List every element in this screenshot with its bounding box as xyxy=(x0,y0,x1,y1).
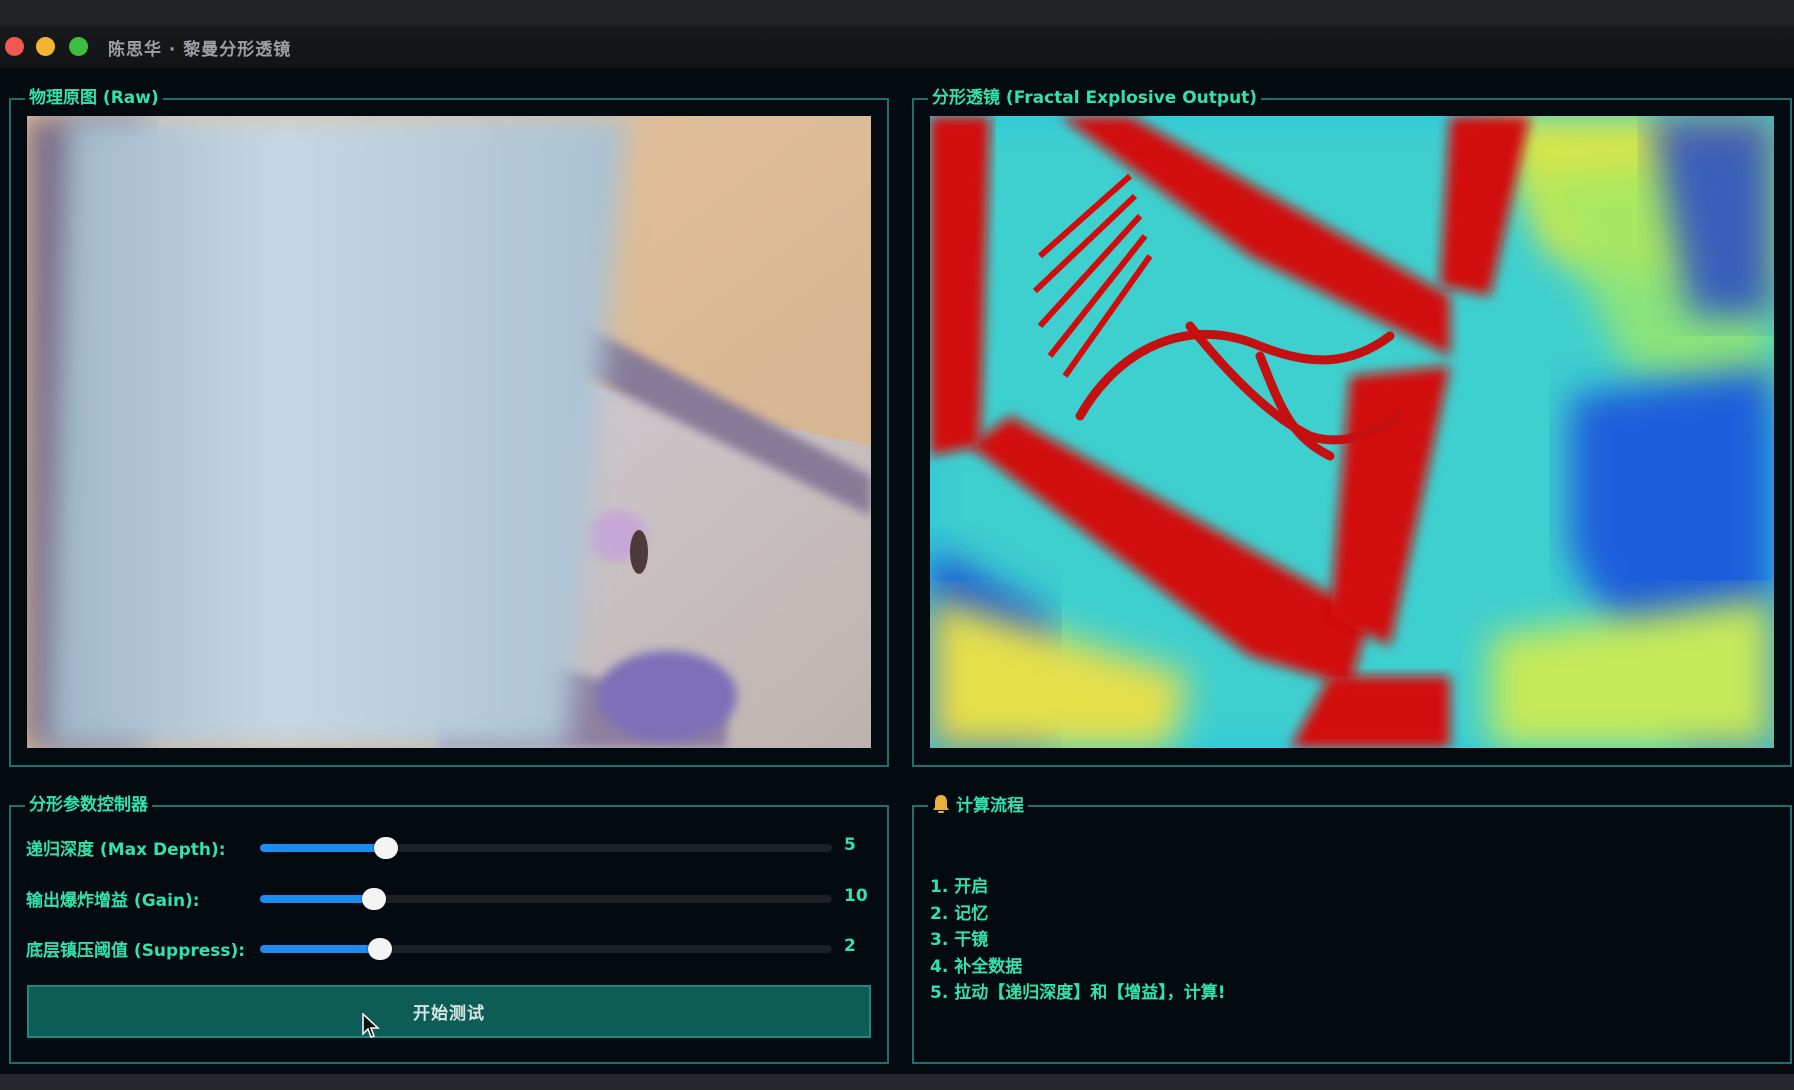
raw-camera-image xyxy=(27,116,871,748)
fractal-heatmap-image xyxy=(930,116,1774,748)
controls-title: 分形参数控制器 xyxy=(25,794,152,816)
title-bar: 陈思华 · 黎曼分形透镜 xyxy=(0,0,1794,69)
bottom-bar xyxy=(0,1074,1794,1090)
start-test-button[interactable]: 开始测试 xyxy=(27,985,871,1038)
fractal-panel-title: 分形透镜 (Fractal Explosive Output) xyxy=(928,87,1262,109)
process-title-wrapper: 计算流程 xyxy=(928,794,1028,817)
main-area: 物理原图 (Raw) 分形透镜 (Fractal Explosive Outpu… xyxy=(0,69,1794,1074)
process-step: 5. 拉动【递归深度】和【增益】，计算! xyxy=(930,983,1226,1003)
process-step: 4. 补全数据 xyxy=(930,956,1023,977)
raw-camera-view xyxy=(27,116,871,748)
bell-icon xyxy=(933,795,949,813)
max-depth-value: 5 xyxy=(844,835,856,855)
max-depth-slider[interactable] xyxy=(260,837,832,859)
gain-label: 输出爆炸增益 (Gain): xyxy=(26,891,200,911)
max-depth-slider-fill xyxy=(260,844,386,852)
gain-value: 10 xyxy=(844,886,868,906)
maximize-window-button[interactable] xyxy=(69,37,88,56)
gain-slider-handle[interactable] xyxy=(362,888,387,910)
max-depth-slider-handle[interactable] xyxy=(373,837,398,859)
raw-image-panel: 物理原图 (Raw) xyxy=(9,87,889,767)
suppress-slider-fill xyxy=(260,945,381,953)
process-steps-list: 1. 开启 2. 记忆 3. 干镜 4. 补全数据 5. 拉动【递归深度】和【增… xyxy=(930,874,1225,1007)
suppress-slider-row: 底层镇压阈值 (Suppress): 2 xyxy=(26,934,876,964)
suppress-slider-handle[interactable] xyxy=(368,938,393,960)
fractal-output-panel: 分形透镜 (Fractal Explosive Output) xyxy=(912,87,1792,767)
close-window-button[interactable] xyxy=(5,37,24,56)
gain-slider-row: 输出爆炸增益 (Gain): 10 xyxy=(26,884,876,914)
window-title: 陈思华 · 黎曼分形透镜 xyxy=(108,40,292,60)
calculation-process-panel: 计算流程 1. 开启 2. 记忆 3. 干镜 4. 补全数据 5. 拉动【递归深… xyxy=(912,794,1792,1064)
suppress-value: 2 xyxy=(844,936,856,956)
max-depth-label: 递归深度 (Max Depth): xyxy=(26,840,226,860)
fractal-output-view xyxy=(930,116,1774,748)
raw-panel-title: 物理原图 (Raw) xyxy=(25,87,163,109)
gain-slider-fill xyxy=(260,895,375,903)
mouse-pointer-icon xyxy=(362,1013,380,1038)
gain-slider[interactable] xyxy=(260,888,832,910)
suppress-slider[interactable] xyxy=(260,938,832,960)
process-step: 1. 开启 xyxy=(930,877,989,897)
suppress-label: 底层镇压阈值 (Suppress): xyxy=(26,941,246,961)
process-step: 3. 干镜 xyxy=(930,930,989,950)
fractal-parameter-controls: 分形参数控制器 递归深度 (Max Depth): 5 输出爆炸增益 (Gain… xyxy=(9,794,889,1064)
max-depth-slider-row: 递归深度 (Max Depth): 5 xyxy=(26,833,876,863)
process-step: 2. 记忆 xyxy=(930,903,989,924)
minimize-window-button[interactable] xyxy=(36,37,55,56)
process-title: 计算流程 xyxy=(956,796,1024,816)
